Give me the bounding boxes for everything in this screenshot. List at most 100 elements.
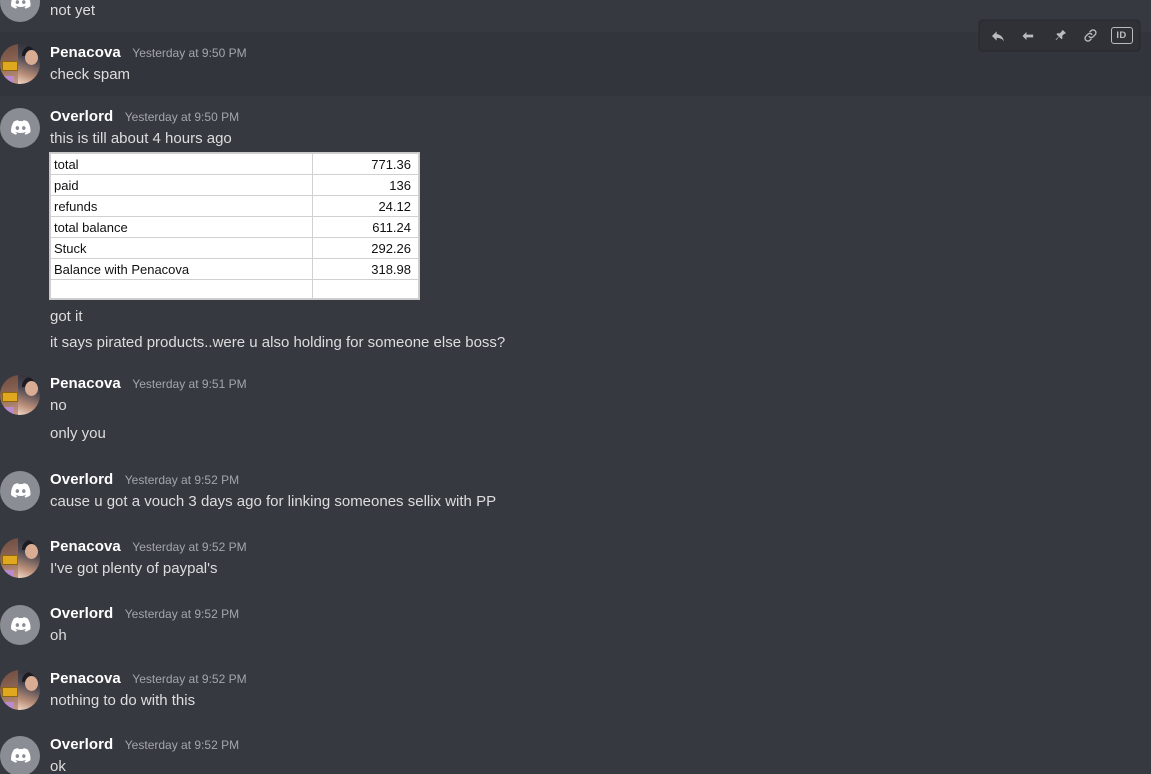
message-group[interactable]: Penacova Yesterday at 9:52 PM nothing to…: [0, 647, 1151, 712]
message-row: Overlord Yesterday at 9:50 PM: [0, 106, 1151, 148]
chat-message-list[interactable]: not yet Penacova Yesterday at 9:50 PM ch…: [0, 0, 1151, 774]
message-author[interactable]: Penacova: [50, 44, 121, 61]
table-cell-value: [312, 279, 419, 299]
table-row: paid 136: [50, 174, 419, 196]
table-cell-label: refunds: [50, 195, 313, 217]
message-group[interactable]: Overlord Yesterday at 9:52 PM ok: [0, 712, 1151, 774]
message-group[interactable]: Overlord Yesterday at 9:52 PM cause u go…: [0, 445, 1151, 513]
table-cell-value: 24.12: [312, 195, 419, 217]
message-header: Penacova Yesterday at 9:52 PM: [50, 536, 1151, 558]
avatar[interactable]: [0, 736, 40, 774]
avatar[interactable]: [0, 538, 40, 578]
avatar-photo-gold-object: [2, 392, 18, 402]
table-cell-value: 318.98: [312, 258, 419, 280]
message-row: Penacova Yesterday at 9:52 PM: [0, 668, 1151, 710]
message-timestamp: Yesterday at 9:52 PM: [124, 738, 240, 752]
table-cell-label: total balance: [50, 216, 313, 238]
message-row: Penacova Yesterday at 9:52 PM: [0, 536, 1151, 578]
table-row: total 771.36: [50, 153, 419, 175]
copy-id-button[interactable]: ID: [1106, 22, 1137, 49]
discord-logo-icon: [11, 748, 31, 763]
message-author[interactable]: Overlord: [50, 108, 113, 125]
avatar-photo-bottom: [0, 407, 14, 415]
message-timestamp: Yesterday at 9:51 PM: [132, 377, 247, 391]
pin-icon: [1055, 29, 1066, 40]
avatar-photo-face: [25, 50, 38, 65]
table-cell-value: 136: [312, 174, 419, 196]
avatar[interactable]: [0, 375, 40, 415]
mark-unread-icon: [1022, 31, 1034, 40]
message-header: Overlord Yesterday at 9:52 PM: [50, 734, 1151, 756]
message-author[interactable]: Penacova: [50, 670, 121, 687]
message-author[interactable]: Overlord: [50, 736, 113, 753]
avatar[interactable]: [0, 108, 40, 148]
message-author[interactable]: Penacova: [50, 375, 121, 392]
message-text: not yet: [50, 2, 96, 19]
discord-logo-icon: [11, 483, 31, 498]
message-text: only you: [50, 425, 106, 442]
table-cell-label: paid: [50, 174, 313, 196]
pin-button[interactable]: [1044, 22, 1075, 49]
message-group[interactable]: Overlord Yesterday at 9:50 PM this is ti…: [0, 96, 1151, 354]
message-row: not yet: [0, 0, 1151, 22]
message-group[interactable]: Penacova Yesterday at 9:50 PM check spam: [0, 20, 1151, 96]
avatar-photo-gold-object: [2, 61, 18, 71]
message-attachment-spreadsheet[interactable]: total 771.36 paid 136 refunds 24.12 tota…: [0, 150, 1151, 304]
message-text: it says pirated products..were u also ho…: [50, 334, 506, 351]
table-cell-label: Balance with Penacova: [50, 258, 313, 280]
message-text: no: [50, 397, 67, 414]
message-group[interactable]: Penacova Yesterday at 9:51 PM no only yo…: [0, 354, 1151, 445]
message-timestamp: Yesterday at 9:52 PM: [132, 672, 247, 686]
message-author[interactable]: Penacova: [50, 538, 121, 555]
message-row: Overlord Yesterday at 9:52 PM: [0, 603, 1151, 645]
mark-unread-button[interactable]: [1013, 22, 1044, 49]
discord-logo-icon: [11, 120, 31, 135]
copy-id-icon: ID: [1110, 27, 1133, 44]
message-row: Overlord Yesterday at 9:52 PM: [0, 469, 1151, 511]
avatar-photo-gold-object: [2, 555, 18, 565]
message-hover-toolbar[interactable]: ID: [979, 20, 1140, 51]
avatar[interactable]: [0, 0, 40, 22]
table-cell-value: 771.36: [312, 153, 419, 175]
message-header: Overlord Yesterday at 9:52 PM: [50, 603, 1151, 625]
message-header: Penacova Yesterday at 9:52 PM: [50, 668, 1151, 690]
avatar-photo-gold-object: [2, 687, 18, 697]
balance-table: total 771.36 paid 136 refunds 24.12 tota…: [50, 153, 419, 299]
avatar-photo-face: [25, 676, 38, 691]
discord-logo-icon: [11, 617, 31, 632]
avatar-photo-bottom: [0, 76, 14, 84]
avatar-photo-face: [25, 381, 38, 396]
discord-logo-icon: [11, 0, 31, 9]
avatar[interactable]: [0, 471, 40, 511]
message-group[interactable]: Penacova Yesterday at 9:52 PM I've got p…: [0, 513, 1151, 580]
avatar[interactable]: [0, 44, 40, 84]
message-row: Penacova Yesterday at 9:51 PM: [0, 373, 1151, 415]
message-row: Overlord Yesterday at 9:52 PM: [0, 734, 1151, 774]
message-text: cause u got a vouch 3 days ago for linki…: [50, 493, 497, 510]
message-timestamp: Yesterday at 9:52 PM: [124, 473, 240, 487]
message-timestamp: Yesterday at 9:50 PM: [124, 110, 240, 124]
message-header: Overlord Yesterday at 9:52 PM: [50, 469, 1151, 491]
message-text: I've got plenty of paypal's: [50, 560, 218, 577]
message-text: oh: [50, 627, 67, 644]
message-text: got it: [50, 308, 83, 325]
table-row: [50, 279, 419, 299]
reply-button[interactable]: [982, 22, 1013, 49]
copy-link-icon: [1084, 29, 1097, 42]
message-text: this is till about 4 hours ago: [50, 130, 232, 147]
message-text: ok: [50, 758, 66, 774]
message-group[interactable]: Overlord Yesterday at 9:52 PM oh: [0, 580, 1151, 647]
table-row: refunds 24.12: [50, 195, 419, 217]
message-timestamp: Yesterday at 9:52 PM: [132, 540, 247, 554]
copy-link-button[interactable]: [1075, 22, 1106, 49]
message-author[interactable]: Overlord: [50, 605, 113, 622]
avatar[interactable]: [0, 605, 40, 645]
avatar[interactable]: [0, 670, 40, 710]
message-author[interactable]: Overlord: [50, 471, 113, 488]
reply-icon: [991, 30, 1004, 41]
table-cell-label: total: [50, 153, 313, 175]
table-cell-value: 611.24: [312, 216, 419, 238]
message-text: nothing to do with this: [50, 692, 196, 709]
table-row: Stuck 292.26: [50, 237, 419, 259]
table-cell-label: [50, 279, 313, 299]
